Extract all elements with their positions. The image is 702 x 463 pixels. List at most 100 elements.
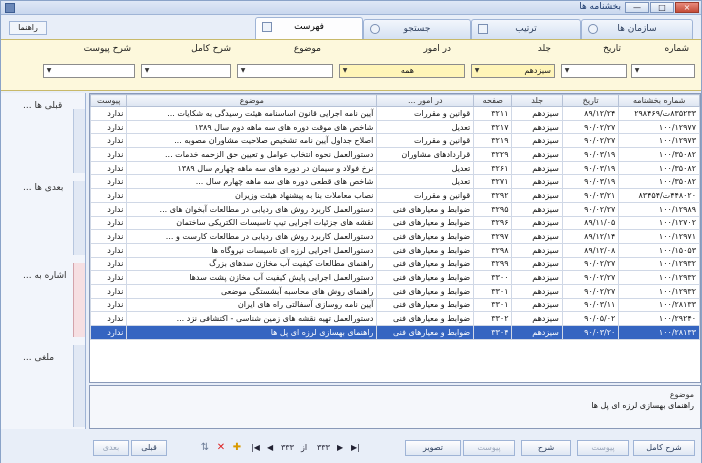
attachment-desc-filter-input[interactable]: ▼: [43, 64, 135, 78]
cell-attachment: ندارد: [90, 311, 128, 326]
description-button[interactable]: شرح: [521, 440, 571, 456]
table-row[interactable]: ۱۰۰/۱۲۹۳۲ ۹۰/۰۲/۲۷ سیزدهم ۳۳۰۱ ضوابط و معیار…: [90, 283, 700, 299]
table-row[interactable]: ۱۰۰/۲۸۱۳۳ ۹۰/۰۳/۲۰ سیزدهم ۳۳۰۴ ضوابط و معیار…: [90, 325, 700, 340]
subject-filter-input[interactable]: ▼: [237, 64, 333, 78]
sort-icon[interactable]: ⇅: [199, 442, 211, 454]
in-matters-filter-select[interactable]: ▼ همه: [339, 64, 465, 78]
table-row[interactable]: ۱۰۰/۱۲۹۳۲ ۹۰/۰۲/۲۷ سیزدهم ۳۳۰۰ ضوابط و معیار…: [90, 270, 700, 285]
tab-search[interactable]: جستجو: [363, 19, 471, 39]
table-row[interactable]: ۱۰۰/۱۲۹۷۱ ۸۹/۱۲/۱۴ سیزدهم ۳۲۹۷ ضوابط و معیار…: [90, 229, 700, 244]
number-filter-input[interactable]: ▼: [631, 64, 695, 78]
cell-date: ۹۰/۰۳/۲۰: [561, 325, 620, 340]
col-page-header[interactable]: صفحه: [473, 94, 513, 107]
delete-icon[interactable]: ✕: [215, 442, 227, 454]
date-filter-input[interactable]: ▼: [561, 64, 627, 78]
attachment-button-2[interactable]: پیوست: [577, 440, 629, 456]
table-row[interactable]: ۸۳۵۲۳۳ت/۲۹۸۴۶۹ ۸۹/۱۲/۲۴ سیزدهم ۳۲۱۱ قوانین و…: [90, 106, 700, 121]
tab-order-label: ترتیب: [515, 24, 537, 34]
table-row[interactable]: ۱۰۰/۱۲۹۳۲ ۹۰/۰۲/۲۷ سیزدهم ۳۲۹۹ ضوابط و معیار…: [90, 256, 700, 272]
table-row[interactable]: ۱۰۰/۲۹۲۴۰ ۹۰/۰۵/۰۲ سیزدهم ۳۳۰۲ ضوابط و معیار…: [90, 311, 700, 326]
table-row[interactable]: ۱۰۰/۱۵۰۵۳ ۸۹/۱۲/۰۸ سیزدهم ۳۲۹۸ ضوابط و معیار…: [90, 242, 700, 258]
cell-date: ۸۹/۱۲/۲۴: [561, 106, 620, 121]
table-row[interactable]: ۱۰۰/۱۲۷۰۲ ۸۹/۱۱/۰۵ سیزدهم ۳۲۹۶ ضوابط و معیار…: [90, 215, 700, 231]
close-button[interactable]: ×: [675, 2, 699, 13]
sidebar-group-next[interactable]: بعدی ها ...: [1, 177, 86, 255]
table-row[interactable]: ۱۰۰/۲۸۱۳۳ ۹۰/۰۳/۱۱ سیزدهم ۳۳۰۱ ضوابط و معیار…: [90, 297, 700, 313]
cell-in-matters: قوانین و مقررات: [376, 133, 475, 149]
cell-attachment: ندارد: [90, 174, 128, 190]
cell-date: ۹۰/۰۳/۱۹: [561, 174, 620, 190]
list-icon: [262, 22, 272, 32]
sidebar-group-reference[interactable]: اشاره به ...: [1, 259, 86, 337]
cell-number: ۱۰۰/۱۲۹۷۱: [618, 229, 700, 244]
next-button[interactable]: بعدی: [93, 440, 129, 456]
table-row[interactable]: ۱۰۰/۱۲۹۸۹ ۹۰/۰۲/۲۷ سیزدهم ۳۲۹۵ ضوابط و معیار…: [90, 201, 700, 217]
table-row[interactable]: ۱۰۰/۳۵۰۸۲ ۹۰/۰۳/۱۹ سیزدهم ۳۲۶۱ تعدیل نرخ فولا…: [90, 160, 700, 176]
image-button[interactable]: تصویر: [405, 440, 461, 456]
cell-date: ۹۰/۰۳/۱۹: [561, 160, 620, 176]
prev-record-icon[interactable]: ◀: [267, 443, 273, 452]
date-filter-label: تاریخ: [603, 44, 621, 54]
cell-attachment: ندارد: [90, 256, 128, 272]
cell-volume: سیزدهم: [511, 160, 563, 176]
image-button-label: تصویر: [423, 443, 443, 452]
maximize-button[interactable]: □: [650, 2, 674, 13]
add-icon[interactable]: ✚: [231, 442, 243, 454]
minimize-button[interactable]: —: [625, 2, 649, 13]
tab-order[interactable]: ترتیب: [471, 19, 581, 39]
cell-subject: نقشه های جزئیات اجرایی تیپ تاسیسات الکتر…: [126, 215, 378, 231]
chevron-down-icon: ▼: [634, 67, 640, 74]
full-desc-filter-input[interactable]: ▼: [141, 64, 231, 78]
cell-volume: سیزدهم: [511, 283, 563, 299]
cell-volume: سیزدهم: [511, 297, 563, 313]
full-description-button[interactable]: شرح کامل: [633, 440, 695, 456]
col-subject-header[interactable]: موضوع: [126, 94, 378, 107]
attachment-button-label: پیوست: [477, 443, 501, 452]
cell-number: ۱۰۰/۱۲۹۳۲: [618, 256, 700, 272]
table-row[interactable]: ۱۰۰/۱۲۹۷۷ ۹۰/۰۲/۲۷ سیزدهم ۳۲۱۷ تعدیل شاخص های…: [90, 119, 700, 135]
col-number-header[interactable]: شماره بخشنامه: [618, 94, 700, 107]
cell-subject: دستورالعمل اجرایی پایش کیفیت آب مخازن پش…: [126, 270, 378, 285]
cell-in-matters: ضوابط و معیارهای فنی: [376, 270, 475, 285]
table-row[interactable]: ۱۰۰/۳۵۰۸۲ ۹۰/۰۳/۱۹ سیزدهم ۳۲۷۱ تعدیل شاخص های…: [90, 174, 700, 190]
tab-list[interactable]: فهرست: [255, 17, 363, 39]
volume-filter-select[interactable]: ▼ سیزدهم: [471, 64, 555, 78]
cell-number: ۱۰۰/۲۹۲۴۰: [618, 311, 700, 326]
cell-volume: سیزدهم: [511, 201, 563, 217]
cell-attachment: ندارد: [90, 215, 128, 231]
sidebar-reference-label[interactable]: اشاره به ...: [23, 271, 66, 281]
cell-page: ۳۳۰۱: [473, 297, 513, 313]
tab-search-label: جستجو: [403, 24, 431, 34]
cell-volume: سیزدهم: [511, 256, 563, 272]
cell-subject: شاخص های موقت دوره های سه ماهه دوم سال ۱…: [126, 119, 378, 135]
table-row[interactable]: ۱۰۰/۱۲۹۷۳ ۹۰/۰۲/۲۷ سیزدهم ۳۲۱۹ قوانین و مقرر…: [90, 133, 700, 149]
table-row[interactable]: ۱۰۰/۳۵۰۸۲ ۹۰/۰۳/۱۹ سیزدهم ۳۲۲۹ قراردادهای مش…: [90, 147, 700, 162]
tab-organizations[interactable]: سازمان ها: [581, 19, 693, 39]
col-date-header[interactable]: تاریخ: [561, 94, 620, 107]
detail-label: موضوع: [669, 390, 694, 399]
table-row[interactable]: ۴۴۸۰۲۰ت/۸۳۴۵۴ ۹۰/۰۳/۲۱ سیزدهم ۳۲۹۲ قوانین و …: [90, 188, 700, 203]
last-record-icon[interactable]: ▶|: [351, 443, 360, 452]
cell-volume: سیزدهم: [511, 119, 563, 135]
table-header-row: شماره بخشنامه تاریخ جلد صفحه در امور ...…: [90, 94, 700, 107]
sidebar-previous-label[interactable]: قبلی ها ...: [23, 101, 62, 111]
sidebar-annulled-label[interactable]: ملغی ...: [23, 353, 54, 363]
col-attachment-header[interactable]: پیوست: [90, 94, 128, 107]
cell-subject: راهنمای مطالعات کیفیت آب مخازن سدهای بزر…: [126, 256, 378, 272]
help-button[interactable]: راهنما: [9, 21, 47, 35]
previous-button[interactable]: قبلی: [131, 440, 167, 456]
description-button-label: شرح: [537, 443, 555, 452]
first-record-icon[interactable]: |◀: [251, 443, 260, 452]
attachment-button[interactable]: پیوست: [463, 440, 515, 456]
cell-subject: دستورالعمل نحوه انتخاب عوامل و تعیین حق …: [126, 147, 378, 162]
total-records: ۳۳۳: [317, 443, 330, 452]
col-in-matters-header[interactable]: در امور ...: [376, 94, 475, 107]
sidebar-group-annulled[interactable]: ملغی ...: [1, 341, 86, 427]
next-record-icon[interactable]: ▶: [337, 443, 343, 452]
sidebar-next-label[interactable]: بعدی ها ...: [23, 183, 63, 193]
sidebar-annulled-strip: [73, 345, 85, 427]
cell-page: ۳۳۰۰: [473, 270, 513, 285]
col-volume-header[interactable]: جلد: [511, 94, 563, 107]
cell-attachment: ندارد: [90, 119, 128, 135]
sidebar-group-previous[interactable]: قبلی ها ...: [1, 93, 86, 173]
